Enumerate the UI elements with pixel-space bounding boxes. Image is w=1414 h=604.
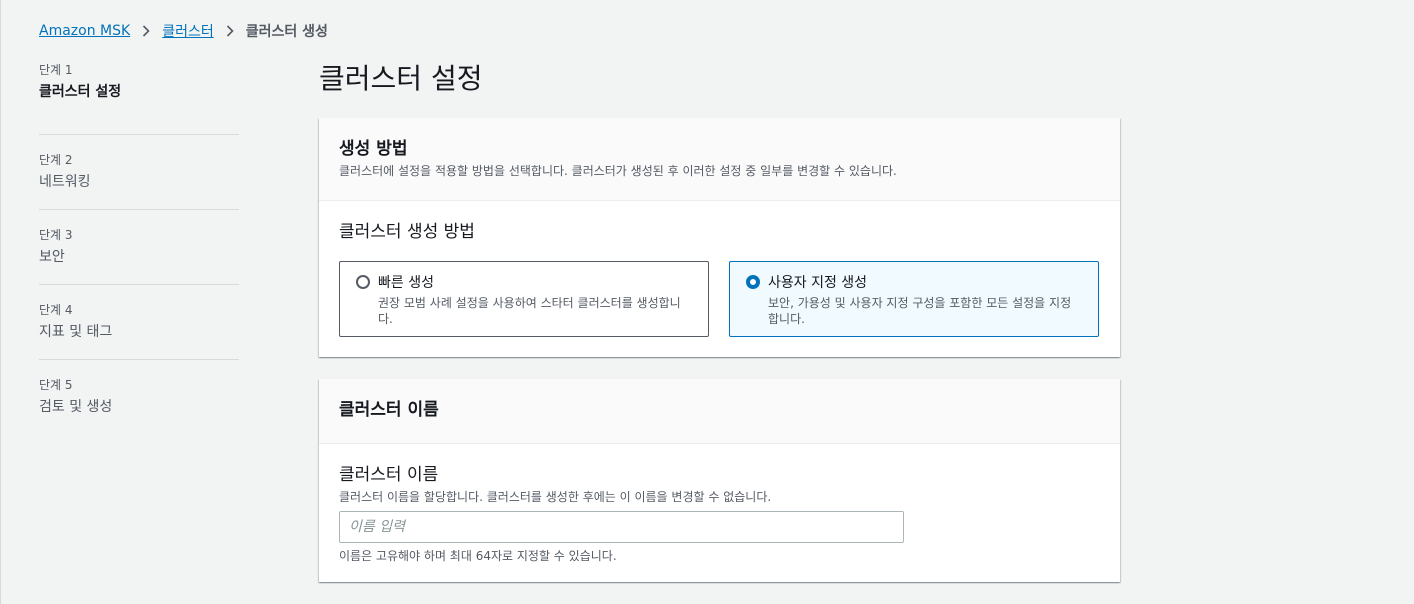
step-title: 지표 및 태그 (39, 324, 113, 340)
step-4: 단계 4 지표 및 태그 (39, 285, 239, 360)
wizard-steps: 단계 1 클러스터 설정 단계 2 네트워킹 단계 3 보안 단계 4 지표 및… (39, 60, 239, 435)
breadcrumb-link-clusters[interactable]: 클러스터 (162, 21, 214, 41)
tile-text: 사용자 지정 생성 보안, 가용성 및 사용자 지정 구성을 포함한 모든 설정… (768, 274, 1082, 326)
custom-create-tile[interactable]: 사용자 지정 생성 보안, 가용성 및 사용자 지정 구성을 포함한 모든 설정… (729, 261, 1099, 337)
panel-body: 클러스터 이름 클러스터 이름을 할당합니다. 클러스터를 생성한 후에는 이 … (319, 444, 1120, 584)
step-title: 검토 및 생성 (39, 399, 113, 415)
step-1: 단계 1 클러스터 설정 (39, 60, 239, 135)
panel-title: 생성 방법 (339, 139, 408, 159)
tile-text: 빠른 생성 권장 모범 사례 설정을 사용하여 스타터 클러스터를 생성합니다. (378, 274, 692, 326)
radio-button-selected[interactable] (746, 275, 760, 289)
step-title: 보안 (39, 249, 65, 265)
chevron-right-icon (214, 25, 246, 37)
step-5: 단계 5 검토 및 생성 (39, 360, 239, 435)
creation-method-label: 클러스터 생성 방법 (339, 222, 475, 242)
step-title: 네트워킹 (39, 174, 91, 190)
page-title: 클러스터 설정 (319, 62, 483, 95)
panel-header: 클러스터 이름 (319, 379, 1120, 444)
breadcrumb-link-amazon-msk[interactable]: Amazon MSK (39, 23, 130, 39)
tile-description: 보안, 가용성 및 사용자 지정 구성을 포함한 모든 설정을 지정합니다. (768, 296, 1072, 326)
breadcrumb: Amazon MSK 클러스터 클러스터 생성 (39, 21, 328, 41)
page: Amazon MSK 클러스터 클러스터 생성 단계 1 클러스터 설정 단계 … (0, 0, 1414, 604)
step-number: 단계 3 (39, 228, 73, 242)
cluster-name-panel: 클러스터 이름 클러스터 이름 클러스터 이름을 할당합니다. 클러스터를 생성… (319, 379, 1120, 582)
cluster-name-input[interactable] (339, 511, 904, 543)
tile-description: 권장 모범 사례 설정을 사용하여 스타터 클러스터를 생성합니다. (378, 296, 681, 326)
tile-title: 사용자 지정 생성 (768, 275, 868, 291)
step-number: 단계 5 (39, 378, 73, 392)
breadcrumb-current: 클러스터 생성 (245, 24, 328, 40)
quick-create-tile[interactable]: 빠른 생성 권장 모범 사례 설정을 사용하여 스타터 클러스터를 생성합니다. (339, 261, 709, 337)
cluster-name-description: 클러스터 이름을 할당합니다. 클러스터를 생성한 후에는 이 이름을 변경할 … (339, 490, 772, 504)
step-number: 단계 4 (39, 303, 73, 317)
panel-description: 클러스터에 설정을 적용할 방법을 선택합니다. 클러스터가 생성된 후 이러한… (339, 164, 897, 178)
cluster-name-label: 클러스터 이름 (339, 465, 439, 485)
step-3: 단계 3 보안 (39, 210, 239, 285)
chevron-right-icon (130, 25, 162, 37)
creation-method-tiles: 빠른 생성 권장 모범 사례 설정을 사용하여 스타터 클러스터를 생성합니다.… (339, 261, 1100, 337)
step-2: 단계 2 네트워킹 (39, 135, 239, 210)
step-number: 단계 1 (39, 63, 73, 77)
cluster-name-constraint: 이름은 고유해야 하며 최대 64자로 지정할 수 있습니다. (339, 549, 617, 563)
step-title: 클러스터 설정 (39, 84, 122, 100)
panel-title: 클러스터 이름 (339, 400, 439, 420)
creation-method-panel: 생성 방법 클러스터에 설정을 적용할 방법을 선택합니다. 클러스터가 생성된… (319, 118, 1120, 357)
step-number: 단계 2 (39, 153, 73, 167)
tile-title: 빠른 생성 (378, 275, 434, 291)
panel-header: 생성 방법 클러스터에 설정을 적용할 방법을 선택합니다. 클러스터가 생성된… (319, 118, 1120, 201)
radio-button[interactable] (356, 275, 370, 289)
panel-body: 클러스터 생성 방법 빠른 생성 권장 모범 사례 설정을 사용하여 스타터 클… (319, 201, 1120, 357)
